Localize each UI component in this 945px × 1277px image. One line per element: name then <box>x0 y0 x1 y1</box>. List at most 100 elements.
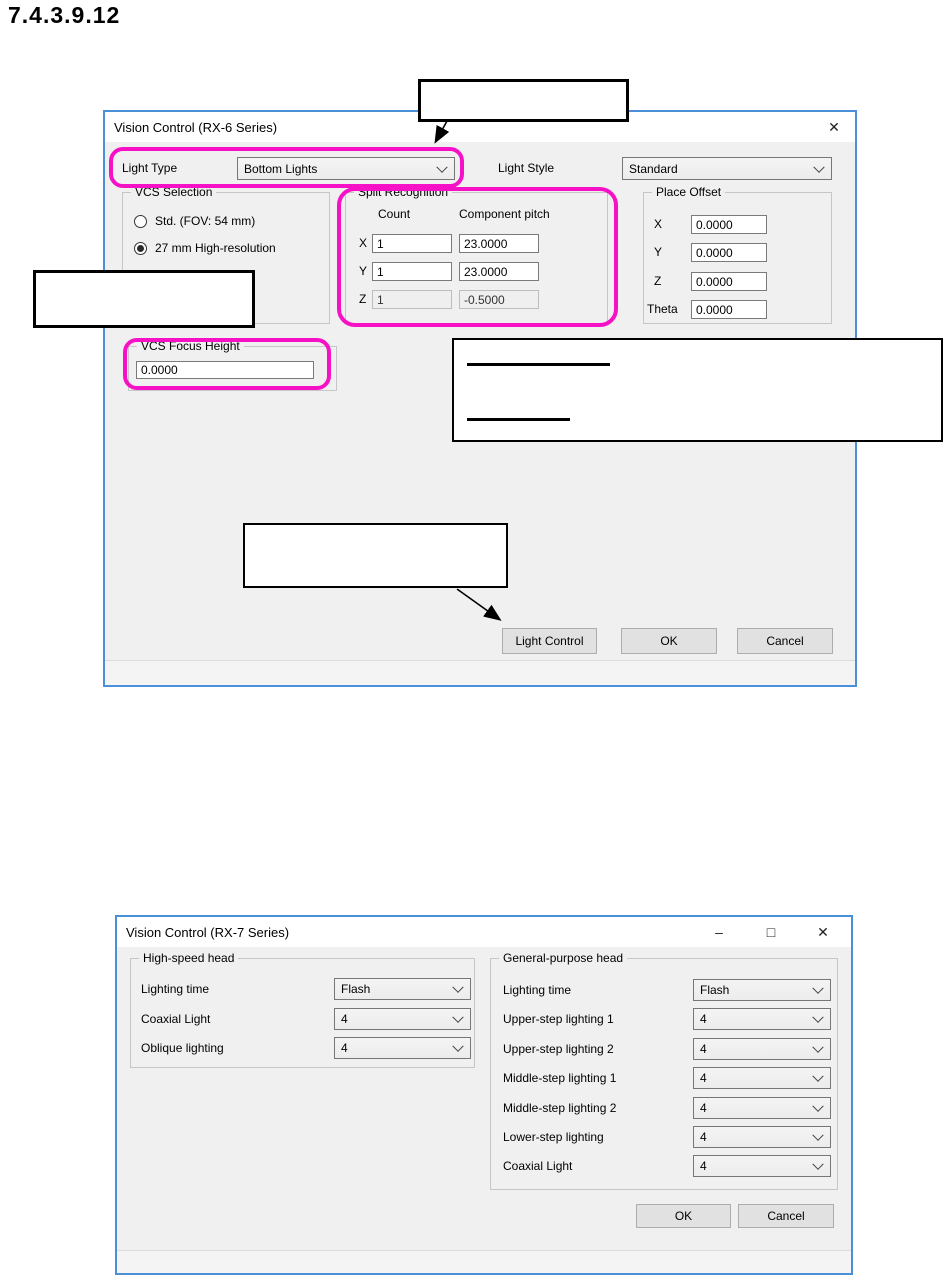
gp-lighting-time-select[interactable]: Flash <box>693 979 831 1001</box>
maximize-button[interactable]: □ <box>750 917 792 947</box>
combo-value: 4 <box>700 1130 707 1144</box>
offset-theta-input[interactable] <box>691 300 767 319</box>
annotation-underline <box>467 418 570 421</box>
split-recognition-group: Split Recognition Count Component pitch … <box>345 185 608 324</box>
chevron-down-icon <box>812 1041 824 1053</box>
callout-box-notes <box>452 338 943 442</box>
dialog-footer-strip <box>105 660 855 685</box>
offset-axis-label: Y <box>654 245 663 259</box>
general-purpose-head-group-label: General-purpose head <box>499 951 628 965</box>
vcs-focus-height-group-label: VCS Focus Height <box>137 339 244 353</box>
annotation-underline <box>467 363 610 366</box>
gp-middle-step-2-select[interactable]: 4 <box>693 1097 831 1119</box>
chevron-down-icon <box>452 1011 464 1023</box>
vcs-selection-group-label: VCS Selection <box>131 185 217 199</box>
row-label: Coaxial Light <box>141 1012 211 1026</box>
vcs-focus-height-group: VCS Focus Height <box>128 339 337 391</box>
offset-y-input[interactable] <box>691 243 767 262</box>
ok-button[interactable]: OK <box>621 628 717 654</box>
radio-27mm-label: 27 mm High-resolution <box>155 241 276 255</box>
split-recognition-group-label: Split Recognition <box>354 185 453 199</box>
offset-axis-label: Theta <box>647 302 678 316</box>
split-axis-label: Z <box>359 292 367 306</box>
row-label: Lighting time <box>503 983 572 997</box>
radio-std-fov[interactable]: Std. (FOV: 54 mm) <box>134 214 255 228</box>
light-type-select[interactable]: Bottom Lights <box>237 157 455 180</box>
split-pitch-x-input[interactable] <box>459 234 539 253</box>
gp-upper-step-2-select[interactable]: 4 <box>693 1038 831 1060</box>
row-label: Lighting time <box>141 982 210 996</box>
gp-coaxial-light-select[interactable]: 4 <box>693 1155 831 1177</box>
chevron-down-icon <box>452 981 464 993</box>
count-column-header: Count <box>378 207 411 221</box>
close-icon: ✕ <box>817 923 829 940</box>
place-offset-group: Place Offset X Y Z Theta <box>643 185 832 324</box>
light-style-select[interactable]: Standard <box>622 157 832 180</box>
chevron-down-icon <box>812 982 824 994</box>
light-control-button[interactable]: Light Control <box>502 628 597 654</box>
callout-box-light-type <box>418 79 629 122</box>
split-count-z-input <box>372 290 452 309</box>
hs-coaxial-light-select[interactable]: 4 <box>334 1008 471 1030</box>
offset-axis-label: X <box>654 217 663 231</box>
callout-box-light-control <box>243 523 508 588</box>
chevron-down-icon <box>813 161 825 173</box>
gp-upper-step-1-select[interactable]: 4 <box>693 1008 831 1030</box>
ok-button[interactable]: OK <box>636 1204 731 1228</box>
callout-box-vcs-selection <box>33 270 255 328</box>
light-style-label: Light Style <box>498 161 555 175</box>
high-speed-head-group: High-speed head Lighting time Flash Coax… <box>130 951 475 1068</box>
cancel-button[interactable]: Cancel <box>738 1204 834 1228</box>
chevron-down-icon <box>812 1158 824 1170</box>
radio-std-fov-label: Std. (FOV: 54 mm) <box>155 214 256 228</box>
radio-checked-icon <box>134 241 147 255</box>
gp-middle-step-1-select[interactable]: 4 <box>693 1067 831 1089</box>
light-type-label: Light Type <box>122 161 178 175</box>
gp-lower-step-select[interactable]: 4 <box>693 1126 831 1148</box>
rx7-title: Vision Control (RX-7 Series) <box>126 924 290 940</box>
maximize-icon: □ <box>766 924 776 940</box>
split-axis-label: X <box>359 236 368 250</box>
component-pitch-column-header: Component pitch <box>459 207 550 221</box>
combo-value: 4 <box>700 1101 707 1115</box>
radio-icon <box>134 214 147 228</box>
hs-lighting-time-select[interactable]: Flash <box>334 978 471 1000</box>
close-icon: ✕ <box>828 118 840 135</box>
light-style-value: Standard <box>629 161 678 176</box>
split-count-x-input[interactable] <box>372 234 452 253</box>
chevron-down-icon <box>812 1011 824 1023</box>
minimize-icon: – <box>715 924 723 940</box>
combo-value: 4 <box>700 1159 707 1173</box>
general-purpose-head-group: General-purpose head Lighting time Flash… <box>490 951 838 1190</box>
chevron-down-icon <box>812 1129 824 1141</box>
minimize-button[interactable]: – <box>698 917 740 947</box>
dialog-footer-strip <box>117 1250 851 1273</box>
split-pitch-z-input <box>459 290 539 309</box>
row-label: Upper-step lighting 2 <box>503 1042 614 1056</box>
place-offset-group-label: Place Offset <box>652 185 726 199</box>
offset-x-input[interactable] <box>691 215 767 234</box>
row-label: Upper-step lighting 1 <box>503 1012 614 1026</box>
chevron-down-icon <box>436 161 448 173</box>
combo-value: 4 <box>341 1041 348 1055</box>
split-pitch-y-input[interactable] <box>459 262 539 281</box>
chevron-down-icon <box>812 1070 824 1082</box>
split-axis-label: Y <box>359 264 368 278</box>
radio-27mm-high-res[interactable]: 27 mm High-resolution <box>134 241 276 255</box>
row-label: Middle-step lighting 2 <box>503 1101 617 1115</box>
combo-value: 4 <box>700 1012 707 1026</box>
light-type-value: Bottom Lights <box>244 161 318 176</box>
row-label: Lower-step lighting <box>503 1130 604 1144</box>
row-label: Middle-step lighting 1 <box>503 1071 617 1085</box>
cancel-button[interactable]: Cancel <box>737 628 833 654</box>
split-count-y-input[interactable] <box>372 262 452 281</box>
combo-value: Flash <box>341 982 371 996</box>
close-button[interactable]: ✕ <box>802 917 844 947</box>
combo-value: 4 <box>700 1042 707 1056</box>
hs-oblique-lighting-select[interactable]: 4 <box>334 1037 471 1059</box>
vcs-focus-height-input[interactable] <box>136 361 314 379</box>
high-speed-head-group-label: High-speed head <box>139 951 239 965</box>
offset-axis-label: Z <box>654 274 662 288</box>
offset-z-input[interactable] <box>691 272 767 291</box>
close-button[interactable]: ✕ <box>813 112 855 142</box>
